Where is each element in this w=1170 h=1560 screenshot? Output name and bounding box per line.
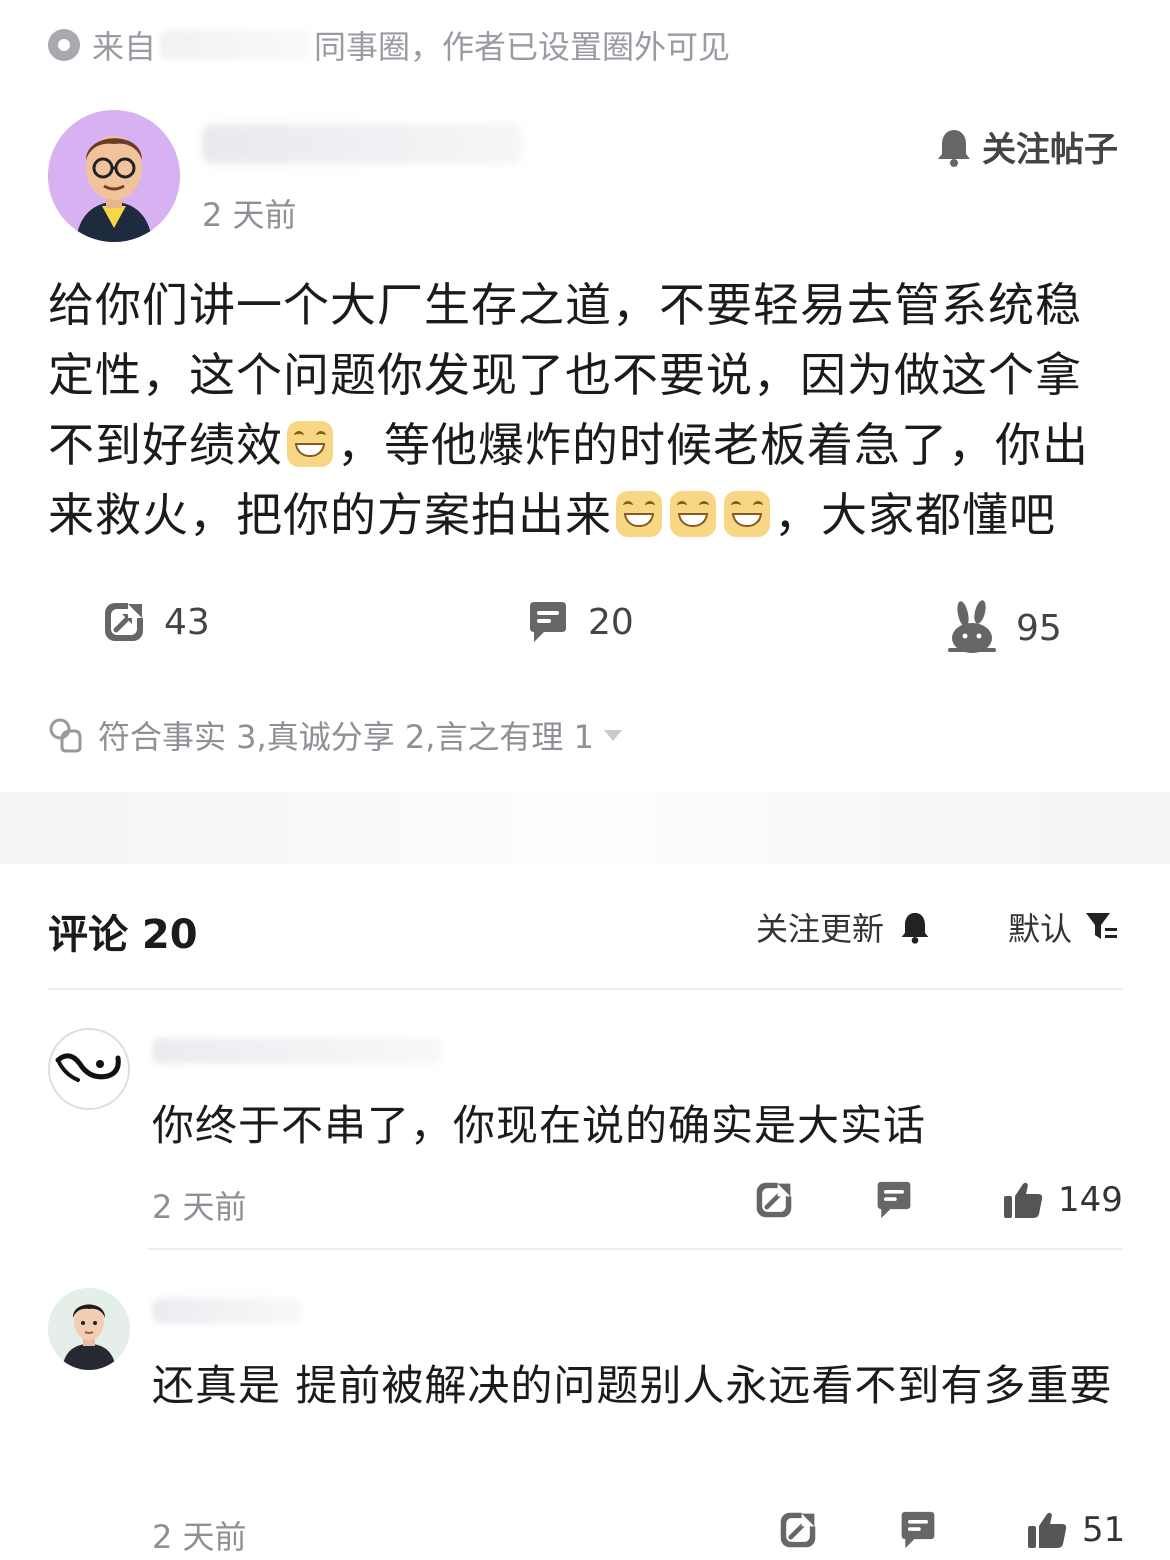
share-count: 43 xyxy=(164,601,210,643)
comment-avatar[interactable] xyxy=(48,1028,130,1110)
comments-title: 评论 20 xyxy=(48,912,198,958)
comment-time: 2 天前 xyxy=(152,1188,247,1226)
sort-button[interactable]: 默认 xyxy=(1008,904,1118,950)
comment-divider xyxy=(148,1248,1122,1250)
bell-icon xyxy=(938,129,970,167)
source-suffix: 同事圈，作者已设置圈外可见 xyxy=(314,28,731,66)
grin-emoji-icon xyxy=(670,491,716,537)
follow-post-label: 关注帖子 xyxy=(982,130,1118,170)
redacted-circle-name xyxy=(160,30,311,60)
grin-emoji-icon xyxy=(616,491,662,537)
section-divider xyxy=(0,792,1170,864)
comment-author-redacted[interactable] xyxy=(152,1038,442,1064)
comment-bubble-icon xyxy=(530,602,566,642)
sort-label: 默认 xyxy=(1008,910,1073,948)
comment-text: 还真是 提前被解决的问题别人永远看不到有多重要 xyxy=(152,1361,1113,1410)
expand-triangle-icon[interactable] xyxy=(603,729,622,741)
comment-time: 2 天前 xyxy=(152,1518,247,1556)
comment-count: 20 xyxy=(588,601,634,643)
comment-like-button[interactable]: 51 xyxy=(1026,1510,1125,1550)
thumbs-up-icon xyxy=(1028,1512,1067,1548)
like-count: 95 xyxy=(1016,607,1062,649)
source-bar: 来自 同事圈，作者已设置圈外可见 xyxy=(48,22,730,68)
post-body-segment-3: ，大家都懂吧 xyxy=(774,488,1056,542)
share-button[interactable]: 43 xyxy=(102,600,210,644)
follow-update-button[interactable]: 关注更新 xyxy=(756,904,930,950)
comment-avatar[interactable] xyxy=(48,1288,130,1370)
comment-text: 你终于不串了，你现在说的确实是大实话 xyxy=(152,1101,927,1150)
comment-like-count: 149 xyxy=(1058,1180,1123,1220)
post-body: 给你们讲一个大厂生存之道，不要轻易去管系统稳定性，这个问题你发现了也不要说，因为… xyxy=(48,270,1123,550)
source-prefix: 来自 xyxy=(92,28,157,66)
author-name-redacted[interactable] xyxy=(202,124,522,164)
rabbit-icon xyxy=(948,600,996,653)
reaction-badge-icon xyxy=(49,718,82,753)
comment-button[interactable]: 20 xyxy=(526,600,634,644)
filter-icon xyxy=(1086,913,1118,939)
follow-update-label: 关注更新 xyxy=(756,910,885,948)
comment-bubble-icon[interactable] xyxy=(898,1510,938,1550)
comment-author-redacted[interactable] xyxy=(152,1298,302,1324)
post-time: 2 天前 xyxy=(202,196,297,234)
comment-bubble-icon[interactable] xyxy=(874,1180,914,1220)
bell-icon xyxy=(901,912,929,944)
share-arrow-icon xyxy=(105,601,145,641)
share-arrow-icon[interactable] xyxy=(778,1510,818,1550)
circle-dot-icon xyxy=(48,29,80,61)
thumbs-up-icon xyxy=(1004,1182,1043,1218)
follow-post-button[interactable]: 关注帖子 xyxy=(936,122,1118,171)
author-avatar[interactable] xyxy=(48,110,180,242)
reactions-summary[interactable]: 符合事实 3,真诚分享 2,言之有理 1 xyxy=(48,712,622,758)
grin-emoji-icon xyxy=(724,491,770,537)
comment-like-count: 51 xyxy=(1082,1510,1126,1550)
grin-emoji-icon xyxy=(287,421,333,467)
like-button[interactable]: 95 xyxy=(946,600,1062,656)
share-arrow-icon[interactable] xyxy=(754,1180,794,1220)
reactions-text: 符合事实 3,真诚分享 2,言之有理 1 xyxy=(98,718,594,756)
comment-like-button[interactable]: 149 xyxy=(1002,1180,1123,1220)
comments-header-divider xyxy=(48,988,1122,990)
